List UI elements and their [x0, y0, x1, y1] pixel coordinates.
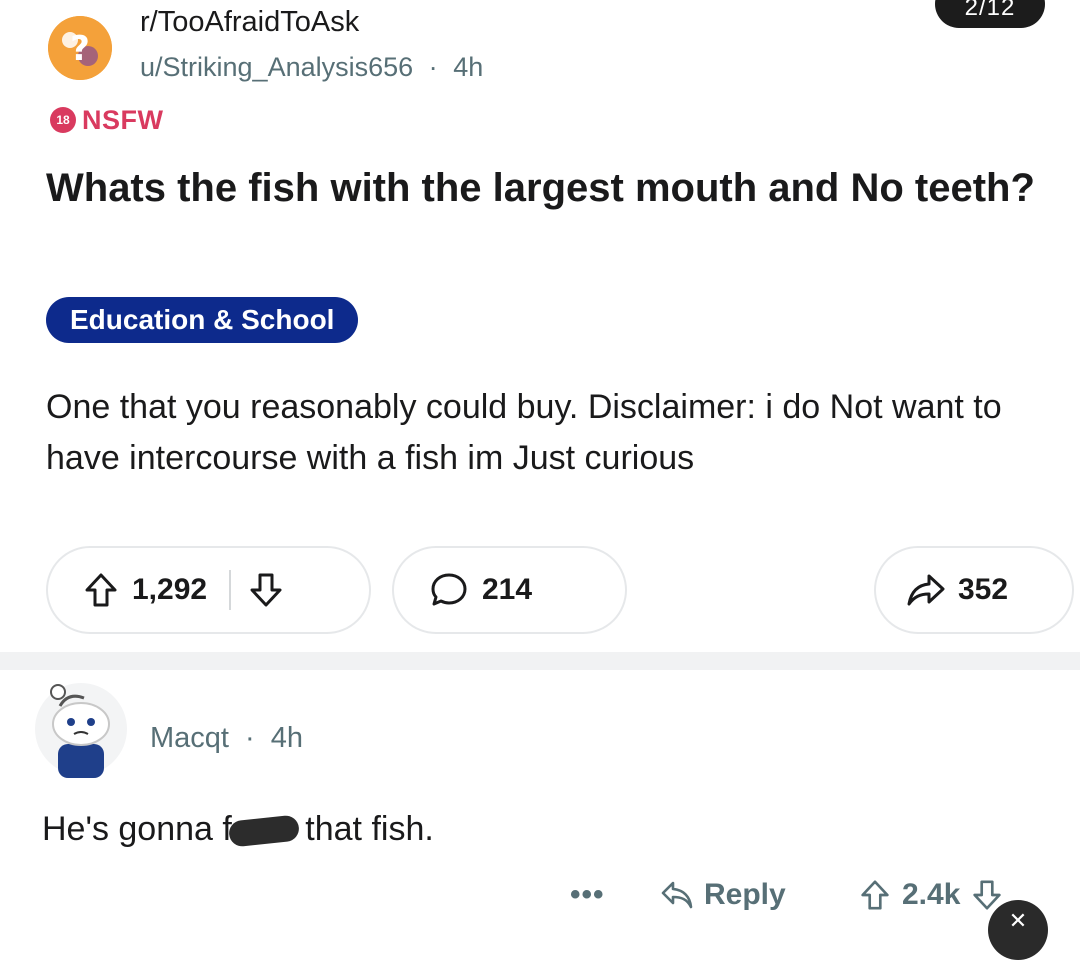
post-header: ? r/TooAfraidToAsk u/Striking_Analysis65… — [48, 6, 748, 86]
nsfw-tag: 18 NSFW — [50, 104, 163, 136]
comment-vote-count: 2.4k — [902, 878, 961, 911]
subreddit-avatar[interactable]: ? — [48, 16, 112, 80]
comment-text-end: that fish. — [295, 810, 434, 848]
subreddit-name[interactable]: r/TooAfraidToAsk — [140, 6, 359, 39]
vote-control: 1,292 — [46, 546, 371, 634]
comment-meta-separator: · — [245, 722, 255, 754]
commenter-avatar[interactable] — [34, 680, 128, 778]
post-body: One that you reasonably could buy. Discl… — [46, 388, 1002, 477]
censor-scribble — [227, 814, 301, 848]
share-button[interactable]: 352 — [874, 546, 1074, 634]
svg-text:?: ? — [70, 29, 90, 69]
close-icon[interactable]: ✕ — [988, 900, 1048, 960]
vote-divider — [229, 570, 232, 610]
image-page-counter: 2/12 — [935, 0, 1045, 28]
comment-text-start: He's gonna f — [42, 810, 232, 848]
comment-meta: Macqt · 4h — [150, 722, 303, 755]
upvote-arrow-icon[interactable] — [84, 572, 118, 608]
post-author[interactable]: u/Striking_Analysis656 — [140, 52, 413, 82]
snoo-avatar-icon — [35, 683, 127, 778]
meta-separator: · — [428, 52, 438, 82]
question-mark-icon: ? — [48, 16, 112, 80]
reply-arrow-icon — [661, 881, 693, 909]
comment-upvote-icon[interactable] — [860, 879, 890, 911]
post-title[interactable]: Whats the fish with the largest mouth an… — [46, 162, 1036, 215]
comment-username[interactable]: Macqt — [150, 722, 229, 754]
reply-label: Reply — [704, 878, 786, 911]
upvote-count: 1,292 — [132, 573, 208, 606]
section-separator — [0, 652, 1080, 670]
share-count: 352 — [958, 573, 1009, 606]
comment-vote-control: 2.4k — [860, 878, 1002, 912]
nsfw-label: NSFW — [82, 104, 164, 135]
speech-bubble-icon — [431, 573, 467, 606]
comment-age: 4h — [270, 722, 304, 754]
post-age: 4h — [453, 52, 484, 82]
comment-count: 214 — [482, 573, 533, 606]
share-arrow-icon — [907, 574, 945, 606]
nsfw-18-icon: 18 — [50, 107, 76, 133]
comments-button[interactable]: 214 — [392, 546, 627, 634]
post-meta: u/Striking_Analysis656 · 4h — [140, 52, 483, 83]
reply-button[interactable]: Reply — [660, 878, 786, 912]
comment-body: He's gonna f that fish. — [42, 810, 434, 849]
more-options-button[interactable]: ••• — [570, 878, 605, 912]
post-flair[interactable]: Education & School — [46, 297, 359, 343]
post-action-bar: 1,292 214 352 — [46, 546, 1076, 636]
downvote-arrow-icon[interactable] — [249, 572, 283, 608]
